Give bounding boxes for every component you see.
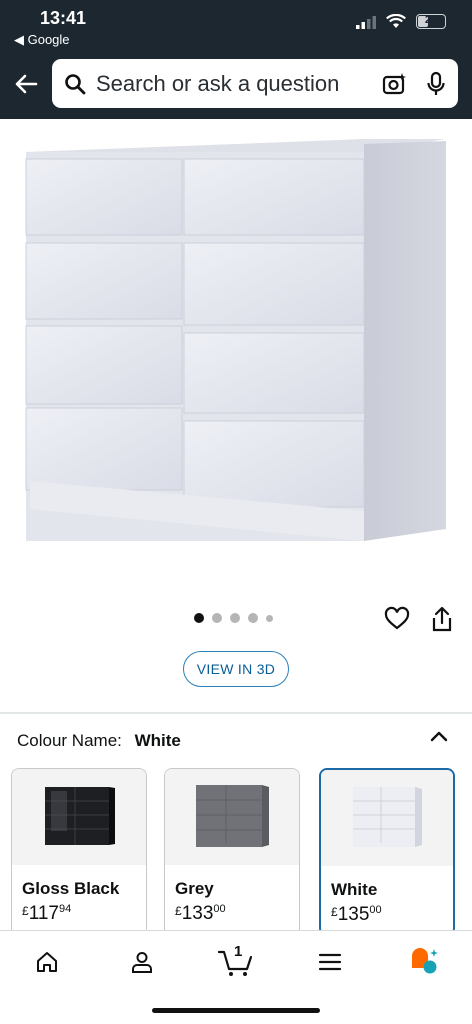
nav-rufus[interactable] [405,945,445,979]
search-icon [64,73,86,95]
camera-lens-icon[interactable] [382,71,408,97]
colour-name-label: Colour Name: [17,731,122,750]
nav-home[interactable] [27,945,67,979]
share-icon[interactable] [430,606,454,634]
swatch-grey[interactable]: Grey £13300 [164,768,300,930]
back-arrow-icon[interactable] [12,70,40,98]
nav-account[interactable] [122,945,162,979]
view-in-3d-button[interactable]: VIEW IN 3D [183,651,289,687]
cart-count: 1 [234,943,243,960]
section-divider [0,712,472,714]
account-icon [132,952,152,973]
home-icon [37,952,57,972]
swatch-price: £13300 [175,903,226,924]
microphone-icon[interactable] [426,71,446,97]
chevron-up-icon[interactable] [428,726,450,748]
home-indicator [152,1008,320,1013]
carousel-dot[interactable] [248,613,258,623]
carousel-dot[interactable] [230,613,240,623]
carousel-dot[interactable] [266,614,273,622]
colour-name-value: White [134,731,181,750]
nav-menu[interactable] [310,945,350,979]
swatch-white[interactable]: White £13500 [319,768,455,930]
battery-level: 27 [424,14,438,26]
search-bar[interactable]: Search or ask a question [52,59,458,108]
colour-name-row: Colour Name: White [17,731,181,751]
status-icons: 27 [356,14,446,29]
back-to-google-link[interactable]: ◀ Google [14,32,70,48]
swatch-name: Gloss Black [22,879,120,898]
colour-swatch-list: Gloss Black £11794 Grey £13300 White £13… [11,768,472,930]
swatch-price: £11794 [22,903,72,924]
signal-icon [356,15,376,29]
swatch-image [165,769,299,865]
menu-icon [318,953,342,971]
rufus-icon [412,948,438,974]
product-image[interactable] [0,119,472,589]
app-header: 13:41 ◀ Google 27 Search or ask a questi… [0,0,472,119]
carousel-dot[interactable] [194,613,204,623]
image-carousel-dots[interactable] [194,613,273,623]
swatch-name: White [331,880,378,899]
carousel-dot[interactable] [212,613,222,623]
swatch-gloss-black[interactable]: Gloss Black £11794 [11,768,147,930]
status-time: 13:41 [40,8,87,28]
swatch-image [12,769,146,865]
wishlist-heart-icon[interactable] [384,606,410,632]
swatch-name: Grey [175,879,214,898]
wifi-icon [386,14,406,28]
nav-cart[interactable]: 1 [214,943,258,979]
battery-icon: 27 [416,14,446,29]
search-input[interactable]: Search or ask a question [96,71,382,97]
swatch-image [321,770,453,866]
swatch-price: £13500 [331,904,382,925]
